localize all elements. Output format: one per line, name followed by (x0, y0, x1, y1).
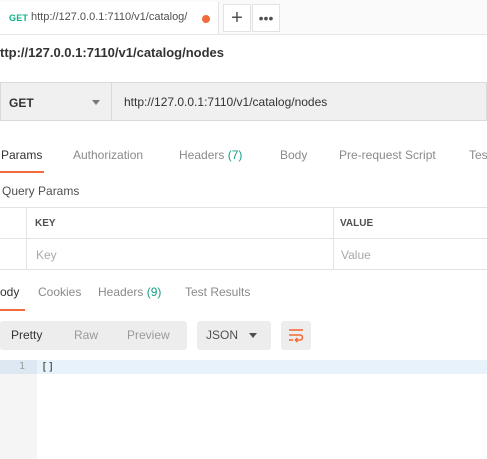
query-params-table: KEY VALUE Key Value (0, 207, 487, 270)
response-tab-cookies[interactable]: Cookies (38, 285, 81, 299)
tab-tests[interactable]: Tes (469, 148, 487, 162)
response-tab-body[interactable]: ody (0, 285, 19, 299)
format-select[interactable]: JSON (197, 321, 271, 350)
new-tab-button[interactable]: + (223, 4, 251, 32)
method-select[interactable]: GET (0, 82, 111, 121)
wrap-lines-button[interactable] (281, 321, 311, 350)
table-header-row (0, 208, 487, 239)
preview-button[interactable]: Preview (127, 328, 170, 342)
key-column-header: KEY (35, 218, 56, 229)
tab-params[interactable]: Params (1, 148, 42, 162)
tab-body[interactable]: Body (280, 148, 307, 162)
pretty-button[interactable]: Pretty (11, 328, 42, 342)
response-tab-test-results[interactable]: Test Results (185, 285, 250, 299)
active-line-highlight (0, 360, 487, 374)
view-mode-group: Pretty Raw Preview (0, 321, 187, 350)
method-select-value: GET (9, 96, 34, 110)
query-params-title: Query Params (2, 184, 80, 198)
unsaved-changes-dot (202, 15, 210, 23)
value-column-header: VALUE (340, 218, 374, 229)
line-number-gutter (0, 360, 37, 459)
raw-button[interactable]: Raw (74, 328, 98, 342)
tab-headers[interactable]: Headers (7) (179, 148, 242, 162)
url-input-value: http://127.0.0.1:7110/v1/catalog/nodes (124, 95, 328, 109)
format-select-value: JSON (206, 328, 239, 342)
chevron-down-icon (249, 333, 257, 338)
response-tab-headers[interactable]: Headers (9) (98, 285, 161, 299)
tab-url-label: http://127.0.0.1:7110/v1/catalog/ (31, 11, 188, 23)
param-key-input[interactable]: Key (36, 248, 57, 262)
response-body-editor[interactable]: 1 [] (0, 360, 487, 459)
wrap-lines-icon (289, 329, 304, 343)
tab-pre-request-script[interactable]: Pre-request Script (339, 148, 436, 162)
active-response-tab-indicator (0, 309, 25, 311)
column-divider (26, 208, 27, 269)
headers-count-badge: (7) (227, 148, 243, 162)
chevron-down-icon (92, 100, 100, 105)
more-tabs-button[interactable]: ••• (252, 4, 280, 32)
response-headers-count-badge: (9) (146, 285, 162, 299)
column-divider (333, 208, 334, 269)
tab-authorization[interactable]: Authorization (73, 148, 143, 162)
url-input[interactable]: http://127.0.0.1:7110/v1/catalog/nodes (111, 82, 487, 121)
request-title[interactable]: ttp://127.0.0.1:7110/v1/catalog/nodes (0, 45, 224, 60)
line-number: 1 (18, 361, 25, 372)
request-tab[interactable]: GET http://127.0.0.1:7110/v1/catalog/ (0, 2, 219, 34)
param-value-input[interactable]: Value (341, 248, 371, 262)
active-tab-indicator (0, 171, 44, 173)
response-body-content: [] (41, 360, 55, 373)
tab-method-label: GET (9, 13, 29, 23)
